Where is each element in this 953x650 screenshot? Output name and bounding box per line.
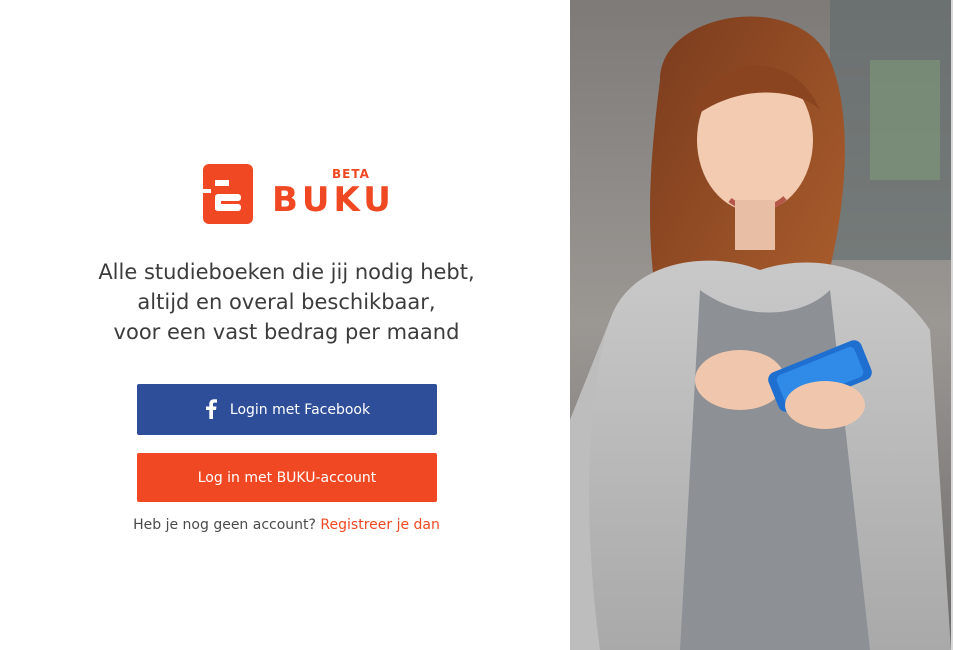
tagline-line-2: altijd en overal beschikbaar,: [137, 290, 436, 314]
login-panel: BETA BUKU Alle studieboeken die jij nodi…: [0, 0, 570, 650]
login-facebook-label: Login met Facebook: [229, 401, 371, 418]
tagline: Alle studieboeken die jij nodig hebt, al…: [60, 257, 513, 347]
buku-logo: BETA BUKU: [203, 164, 391, 226]
login-buku-account-button[interactable]: Log in met BUKU-account: [137, 453, 437, 502]
register-link[interactable]: Registreer je dan: [320, 517, 439, 533]
hero-photo-illustration: [570, 0, 951, 650]
hero-photo: [570, 0, 951, 650]
tagline-line-3: voor een vast bedrag per maand: [113, 320, 460, 344]
buku-logo-mark: [203, 164, 253, 224]
login-page: BETA BUKU Alle studieboeken die jij nodi…: [0, 0, 953, 650]
login-buku-account-label: Log in met BUKU-account: [197, 469, 377, 486]
logo-beta-label: BETA: [332, 167, 370, 181]
register-prompt-line: Heb je nog geen account? Registreer je d…: [60, 517, 513, 533]
tagline-line-1: Alle studieboeken die jij nodig hebt,: [98, 260, 475, 284]
logo-wordmark: BUKU: [272, 180, 395, 220]
facebook-f-icon: [205, 398, 217, 419]
register-prompt-text: Heb je nog geen account?: [133, 517, 316, 533]
login-facebook-button[interactable]: Login met Facebook: [137, 384, 437, 435]
